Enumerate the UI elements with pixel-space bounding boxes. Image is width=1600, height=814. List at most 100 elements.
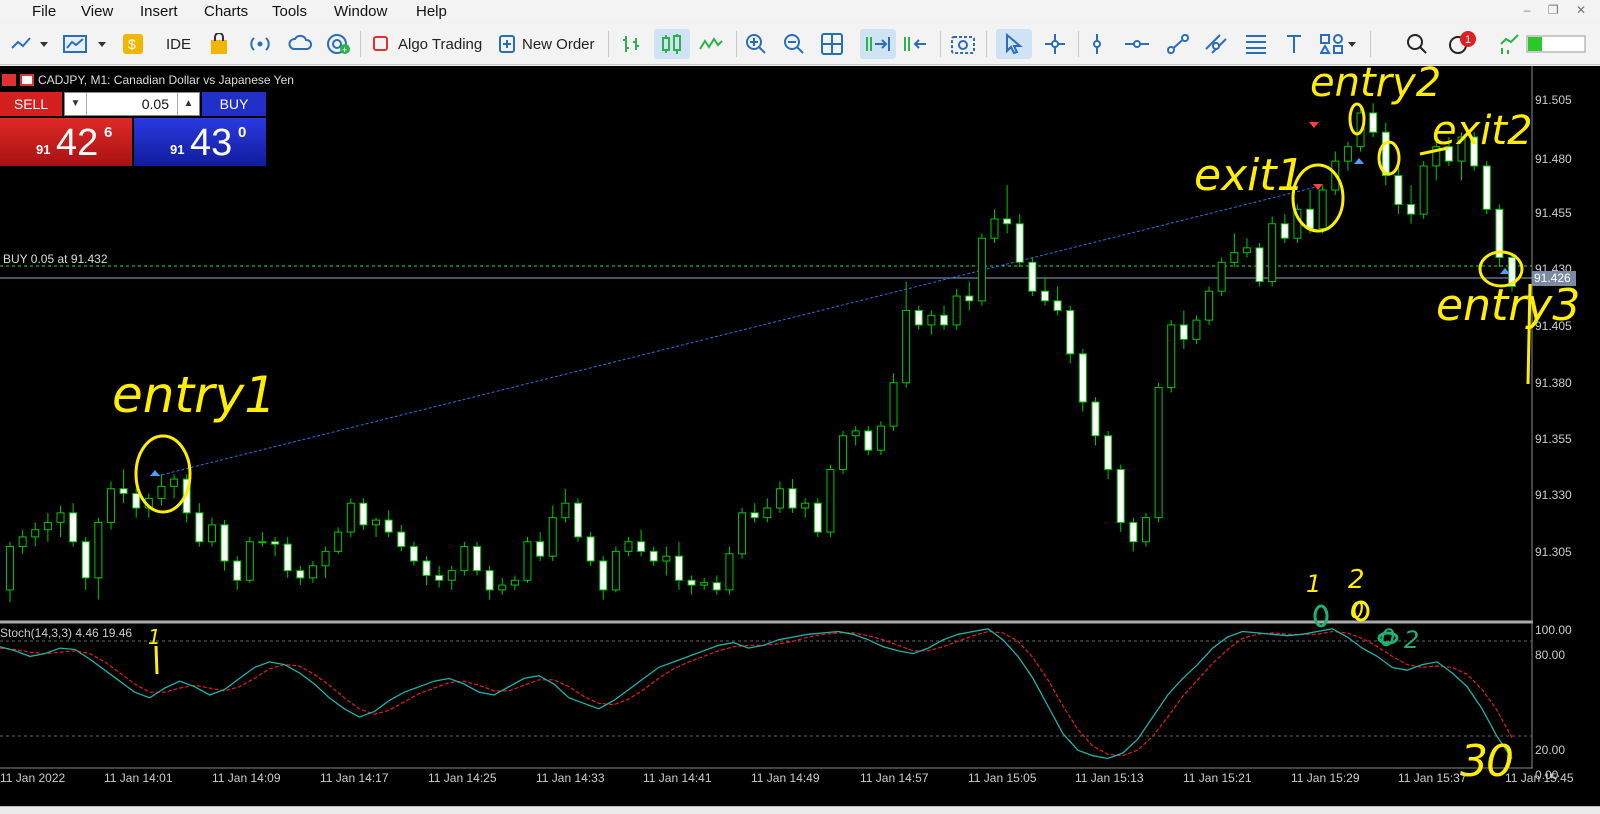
menu-charts[interactable]: Charts xyxy=(204,3,248,20)
algo-trading-label: Algo Trading xyxy=(398,35,483,53)
price-tick: 91.380 xyxy=(1535,376,1572,390)
candle-bear xyxy=(422,560,431,576)
search-icon[interactable] xyxy=(1406,29,1428,59)
stoch-note-1a: 1 xyxy=(148,625,161,649)
candle-bear xyxy=(81,541,90,579)
candle-bear xyxy=(750,512,759,519)
candle-bear xyxy=(1129,521,1138,543)
candle-bull xyxy=(258,541,267,544)
bar-chart-icon[interactable] xyxy=(620,29,644,59)
buy-button[interactable]: BUY xyxy=(202,92,266,116)
time-tick: 11 Jan 15:21 xyxy=(1183,771,1252,785)
lot-size-field[interactable]: ▼ 0.05 ▲ xyxy=(64,92,200,116)
minimize-icon[interactable]: – xyxy=(1524,3,1531,17)
candle-bear xyxy=(1003,218,1012,225)
buy-price-big-figure: 91 xyxy=(170,142,185,157)
candlestick-chart-icon[interactable] xyxy=(654,29,690,59)
candle-bull xyxy=(851,430,860,437)
chart-type-icon[interactable] xyxy=(10,29,50,59)
chart-templates-icon[interactable] xyxy=(62,29,110,59)
stoch-note-0a: 0 xyxy=(1350,599,1364,624)
channel-icon[interactable] xyxy=(1204,29,1228,59)
stochastic-label: Stoch(14,3,3) 4.46 19.46 xyxy=(0,626,133,640)
market-icon[interactable]: $ xyxy=(122,29,144,59)
menu-bar: File View Insert Charts Tools Window Hel… xyxy=(0,0,1600,22)
new-order-button[interactable]: New Order xyxy=(498,29,595,59)
buy-price-fraction: 0 xyxy=(238,124,247,141)
lot-decrease-icon[interactable]: ▼ xyxy=(65,93,87,115)
chart-canvas[interactable]: entry1 exit1 entry2 exit2 entry3 1 1 2 0… xyxy=(0,66,1600,806)
candle-bull xyxy=(624,541,633,552)
lot-increase-icon[interactable]: ▲ xyxy=(177,93,199,115)
buy-price-box[interactable]: 91 43 0 xyxy=(134,118,266,166)
cursor-icon[interactable] xyxy=(996,29,1032,59)
menu-insert[interactable]: Insert xyxy=(140,3,178,20)
svg-text:+: + xyxy=(342,45,347,55)
candle-bull xyxy=(1154,387,1163,519)
vertical-line-icon[interactable] xyxy=(1090,29,1104,59)
menu-tools[interactable]: Tools xyxy=(272,3,307,20)
price-tick: 91.405 xyxy=(1535,319,1572,333)
horizontal-line-icon[interactable] xyxy=(1124,29,1150,59)
lot-size-value[interactable]: 0.05 xyxy=(142,96,169,112)
cloud-icon[interactable] xyxy=(288,29,314,59)
chart-symbol-title: CADJPY, M1: Canadian Dollar vs Japanese … xyxy=(38,73,294,87)
zoom-in-icon[interactable] xyxy=(744,29,768,59)
restore-icon[interactable]: ❐ xyxy=(1548,3,1559,17)
shapes-icon[interactable] xyxy=(1320,29,1360,59)
candle-bear xyxy=(119,488,128,495)
zoom-out-icon[interactable] xyxy=(782,29,806,59)
candle-bear xyxy=(1066,309,1075,355)
ide-button[interactable]: IDE xyxy=(166,29,191,59)
chart-window[interactable]: entry1 exit1 entry2 exit2 entry3 1 1 2 0… xyxy=(0,66,1600,806)
candle-bear xyxy=(914,309,923,326)
buy-position-label: BUY 0.05 at 91.432 xyxy=(3,252,108,266)
chat-icon[interactable]: 1 xyxy=(1448,29,1482,59)
algo-trading-button[interactable]: Algo Trading xyxy=(372,29,482,59)
candle-bear xyxy=(69,512,78,543)
candle-bear xyxy=(536,541,545,557)
auto-scroll-icon[interactable] xyxy=(860,29,896,59)
candle-bear xyxy=(712,582,721,591)
candle-bear xyxy=(233,560,242,581)
candle-bull xyxy=(6,546,14,591)
close-icon[interactable]: ✕ xyxy=(1576,3,1586,17)
price-tick: 91.355 xyxy=(1535,432,1572,446)
crosshair-icon[interactable] xyxy=(1044,29,1066,59)
tile-windows-icon[interactable] xyxy=(820,29,844,59)
stoch-note-2b: 2 xyxy=(1404,626,1419,654)
menu-view[interactable]: View xyxy=(81,3,113,20)
trade-history-line xyxy=(156,185,1321,477)
text-tool-icon[interactable] xyxy=(1284,29,1304,59)
candle-bear xyxy=(397,531,406,548)
sell-price-big-figure: 91 xyxy=(36,142,51,157)
shop-icon[interactable] xyxy=(208,29,230,59)
candle-bull xyxy=(1217,261,1226,292)
candle-bear xyxy=(687,579,696,586)
menu-window[interactable]: Window xyxy=(334,3,387,20)
candle-bull xyxy=(321,550,330,567)
menu-file[interactable]: File xyxy=(32,3,56,20)
signals-icon[interactable] xyxy=(248,29,272,59)
candle-bear xyxy=(1104,435,1113,470)
stoch-tick: 20.00 xyxy=(1535,743,1566,757)
line-chart-icon[interactable] xyxy=(698,29,724,59)
new-order-label: New Order xyxy=(522,35,595,53)
sell-price-fraction: 6 xyxy=(104,124,113,141)
candle-bear xyxy=(132,493,141,509)
signal-level-icon[interactable] xyxy=(1498,29,1524,59)
screenshot-icon[interactable] xyxy=(950,29,976,59)
vps-icon[interactable]: + xyxy=(326,29,352,59)
trendline-icon[interactable] xyxy=(1166,29,1190,59)
candle-bear xyxy=(1028,261,1037,292)
sell-button[interactable]: SELL xyxy=(0,92,62,116)
sell-price-box[interactable]: 91 42 6 xyxy=(0,118,132,166)
candle-bull xyxy=(927,314,936,326)
candle-bear xyxy=(296,570,305,579)
candle-bear xyxy=(813,502,822,533)
chart-shift-icon[interactable] xyxy=(902,29,930,59)
svg-text:$: $ xyxy=(128,36,136,52)
fibonacci-icon[interactable] xyxy=(1244,29,1268,59)
trade-arrow-markers xyxy=(150,122,1510,476)
menu-help[interactable]: Help xyxy=(416,3,447,20)
